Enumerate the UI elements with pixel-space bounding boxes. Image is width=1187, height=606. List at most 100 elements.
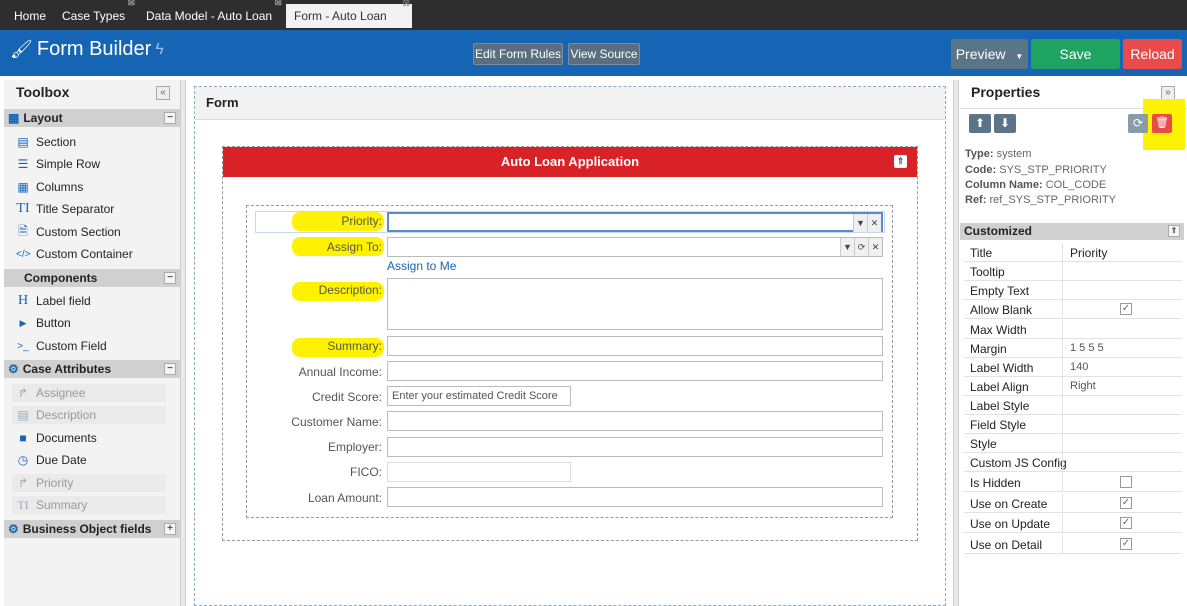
checkbox-checked[interactable]: ✓: [1120, 303, 1132, 315]
chevron-down-icon[interactable]: ▼: [853, 214, 867, 232]
toolbox-item-label-field[interactable]: H Label field: [16, 292, 91, 310]
move-down-icon[interactable]: ⬇: [994, 114, 1016, 133]
meta-label: Ref:: [965, 194, 987, 206]
clear-icon[interactable]: ✕: [868, 238, 882, 256]
checkbox-checked[interactable]: ✓: [1120, 517, 1132, 529]
checkbox-checked[interactable]: ✓: [1120, 538, 1132, 550]
field-label-employer: Employer:: [327, 440, 382, 454]
field-label-description: Description:: [318, 283, 382, 297]
collapse-up-icon[interactable]: ⇑: [894, 155, 907, 168]
summary-input[interactable]: [387, 336, 883, 356]
toolbox-item-title-separator[interactable]: TI Title Separator: [16, 200, 114, 218]
prop-row[interactable]: Use on Create ✓: [964, 494, 1182, 513]
tab-bar: Home Case Types ⊠ Data Model - Auto Loan ⊠…: [0, 0, 1187, 30]
chevron-down-icon[interactable]: ▼: [840, 238, 854, 256]
save-button[interactable]: Save: [1031, 39, 1120, 69]
assign-to-combo[interactable]: ▼ ⟳ ✕: [387, 237, 883, 257]
prop-row[interactable]: Label Width 140: [964, 358, 1182, 377]
annual-income-input[interactable]: [387, 361, 883, 381]
prop-row[interactable]: Allow Blank ✓: [964, 300, 1182, 319]
toolbox-item-due-date[interactable]: ◷ Due Date: [16, 451, 87, 469]
toolbox-item-section[interactable]: ▤ Section: [16, 133, 76, 151]
view-source-button[interactable]: View Source: [568, 43, 640, 65]
meta-code: Code: SYS_STP_PRIORITY: [965, 164, 1107, 176]
tab-case-types[interactable]: Case Types ⊠: [62, 0, 135, 28]
tab-home[interactable]: Home: [14, 4, 46, 28]
prop-row[interactable]: Use on Detail ✓: [964, 535, 1182, 554]
tab-form-auto-loan[interactable]: Form - Auto Loan ⊠: [286, 0, 412, 28]
expand-icon[interactable]: +: [164, 523, 176, 535]
preview-button[interactable]: Preview ▼: [951, 39, 1028, 69]
credit-score-input[interactable]: Enter your estimated Credit Score: [387, 386, 571, 406]
collapse-icon[interactable]: −: [164, 272, 176, 284]
prop-row[interactable]: Label Style: [964, 396, 1182, 415]
close-icon[interactable]: ⊠: [402, 0, 410, 8]
toolbox-item-custom-field[interactable]: >_ Custom Field: [16, 337, 106, 355]
gear-icon: ⚙: [8, 522, 19, 536]
collapse-left-icon[interactable]: «: [156, 86, 170, 100]
prop-row[interactable]: Label Align Right: [964, 377, 1182, 396]
reload-button[interactable]: Reload: [1123, 39, 1182, 69]
clear-icon[interactable]: ✕: [867, 214, 881, 232]
share-icon: ↱: [17, 476, 29, 490]
toolbox-item-button[interactable]: ▶ Button: [16, 314, 71, 332]
prop-row[interactable]: Field Style: [964, 415, 1182, 434]
right-splitter[interactable]: [953, 80, 959, 606]
group-case-attributes[interactable]: ⚙ Case Attributes −: [4, 360, 180, 378]
item-label: Columns: [36, 180, 84, 194]
move-up-icon[interactable]: ⬆: [969, 114, 991, 133]
prop-row[interactable]: Style: [964, 434, 1182, 453]
field-label-credit-score: Credit Score:: [311, 390, 382, 404]
customer-name-input[interactable]: [387, 411, 883, 431]
close-icon[interactable]: ⊠: [128, 0, 136, 7]
prop-row[interactable]: Is Hidden: [964, 473, 1182, 492]
toolbox-item-custom-container[interactable]: </> Custom Container: [16, 245, 133, 263]
checkbox-unchecked[interactable]: [1120, 476, 1132, 488]
collapse-up-icon[interactable]: ⇑: [1168, 225, 1180, 237]
prop-value: 1 5 5 5: [1070, 342, 1104, 354]
item-label: Title Separator: [36, 202, 115, 216]
refresh-icon[interactable]: ⟳: [1128, 114, 1148, 133]
priority-combo[interactable]: ▼ ✕: [387, 212, 883, 232]
group-business-object-fields[interactable]: ⚙ Business Object fields +: [4, 520, 180, 538]
prop-key: Margin: [970, 342, 1007, 356]
collapse-icon[interactable]: −: [164, 112, 176, 124]
prop-row[interactable]: Title Priority: [964, 243, 1182, 262]
app-title: Form Builder: [36, 38, 152, 60]
toolbox-item-custom-section[interactable]: 🗎 Custom Section: [16, 223, 121, 241]
group-label: Components: [24, 271, 98, 285]
loan-amount-input[interactable]: [387, 487, 883, 507]
description-textarea[interactable]: [387, 278, 883, 330]
assign-to-me-link[interactable]: Assign to Me: [387, 259, 456, 273]
toolbox-item-documents[interactable]: ■ Documents: [16, 429, 96, 447]
left-splitter[interactable]: [180, 80, 186, 606]
prop-row[interactable]: Max Width: [964, 320, 1182, 339]
meta-label: Type:: [965, 148, 994, 160]
toolbox-item-columns[interactable]: ▦ Columns: [16, 178, 83, 196]
tab-data-model[interactable]: Data Model - Auto Loan ⊠: [146, 0, 282, 28]
checkbox-checked[interactable]: ✓: [1120, 497, 1132, 509]
delete-icon[interactable]: 🗑: [1152, 114, 1172, 133]
prop-key: Empty Text: [970, 284, 1030, 298]
meta-column-name: Column Name: COL_CODE: [965, 179, 1106, 191]
group-layout[interactable]: ▦ Layout −: [4, 109, 180, 127]
item-label: Description: [36, 408, 97, 422]
group-components[interactable]: Components −: [4, 269, 180, 287]
employer-input[interactable]: [387, 437, 883, 457]
prop-row[interactable]: Use on Update ✓: [964, 514, 1182, 533]
edit-form-rules-button[interactable]: Edit Form Rules: [473, 43, 563, 65]
brush-icon: 🖌: [10, 39, 33, 59]
customized-section-header[interactable]: Customized ⇑: [960, 223, 1184, 240]
toolbox-item-assignee: ↱ Assignee: [12, 384, 166, 402]
collapse-right-icon[interactable]: »: [1161, 86, 1175, 100]
refresh-icon[interactable]: ⟳: [854, 238, 868, 256]
prop-row[interactable]: Custom JS Config: [964, 453, 1182, 472]
prop-row[interactable]: Empty Text: [964, 281, 1182, 300]
prop-row[interactable]: Margin 1 5 5 5: [964, 339, 1182, 358]
close-icon[interactable]: ⊠: [275, 0, 283, 7]
toolbox-item-simple-row[interactable]: ☰ Simple Row: [16, 155, 100, 173]
prop-row[interactable]: Tooltip: [964, 262, 1182, 281]
prop-key: Is Hidden: [970, 476, 1021, 490]
collapse-icon[interactable]: −: [164, 363, 176, 375]
fico-input[interactable]: [387, 462, 571, 482]
